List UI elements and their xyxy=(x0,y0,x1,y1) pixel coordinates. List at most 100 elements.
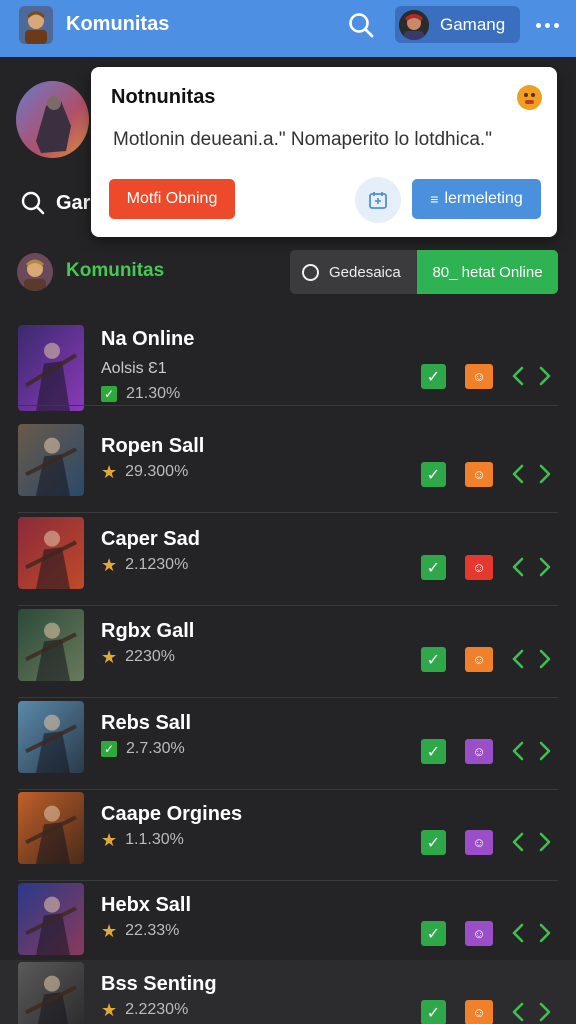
chevron-left-icon[interactable] xyxy=(510,556,526,578)
chevron-right-icon[interactable] xyxy=(537,1001,553,1023)
list-item[interactable]: Rebs Sall ✓ 2.7.30% ✓ ☺ xyxy=(0,699,576,790)
app-avatar[interactable] xyxy=(19,6,53,44)
list-item-stat: ✓ 21.30% xyxy=(101,385,180,403)
game-thumbnail xyxy=(18,701,84,773)
list-item[interactable]: Rgbx Gall ★ 2230% ✓ ☺ xyxy=(0,607,576,698)
list-item-title: Caape Orgines xyxy=(101,803,243,825)
chevron-left-icon[interactable] xyxy=(510,1001,526,1023)
user-icon[interactable]: ☺ xyxy=(465,830,493,855)
popup-title: Notnunitas xyxy=(111,86,216,108)
list-item-percentage: 2.7.30% xyxy=(126,740,185,757)
list-item-title: Na Online xyxy=(101,328,195,350)
list-item[interactable]: Caper Sad ★ 2.1230% ✓ ☺ xyxy=(0,515,576,606)
community-avatar[interactable] xyxy=(17,253,53,291)
list-item-title: Hebx Sall xyxy=(101,894,192,916)
chevron-right-icon[interactable] xyxy=(537,365,553,387)
star-icon: ★ xyxy=(101,462,118,482)
search-icon xyxy=(21,191,45,215)
user-icon[interactable]: ☺ xyxy=(465,647,493,672)
list-item-stat: ★ 2.1230% xyxy=(101,556,188,574)
calendar-icon[interactable] xyxy=(355,177,401,223)
toggle-option-left[interactable]: Gedesaica xyxy=(290,250,417,294)
list-item-subtitle: Aolsis Ɛ1 xyxy=(101,360,167,377)
more-horizontal-icon[interactable] xyxy=(530,10,564,40)
user-icon[interactable]: ☺ xyxy=(465,555,493,580)
account-label: Gamang xyxy=(440,14,506,34)
list-item-percentage: 21.30% xyxy=(126,385,181,402)
check-button[interactable]: ✓ xyxy=(421,462,446,487)
account-chip[interactable]: Gamang xyxy=(395,6,520,43)
community-banner-avatar[interactable] xyxy=(16,81,89,158)
popup-primary-button[interactable]: Motfi Obning xyxy=(109,179,235,219)
check-button[interactable]: ✓ xyxy=(421,555,446,580)
community-search[interactable]: Gar xyxy=(20,190,90,216)
game-thumbnail xyxy=(18,792,84,864)
list-item-stat: ★ 2.2230% xyxy=(101,1001,188,1019)
popup-secondary-label: lermeleting xyxy=(444,190,523,207)
game-thumbnail xyxy=(18,517,84,589)
game-thumbnail xyxy=(18,883,84,955)
chevron-right-icon[interactable] xyxy=(537,648,553,670)
user-icon[interactable]: ☺ xyxy=(465,1000,493,1024)
notification-popup: Notnunitas Motlonin deueani.a." Nomaperi… xyxy=(91,67,557,237)
search-icon[interactable] xyxy=(346,10,376,40)
app-title: Komunitas xyxy=(66,13,170,35)
chevron-right-icon[interactable] xyxy=(537,831,553,853)
check-button[interactable]: ✓ xyxy=(421,364,446,389)
chevron-right-icon[interactable] xyxy=(537,922,553,944)
list-item[interactable]: Bss Senting ★ 2.2230% ✓ ☺ xyxy=(0,960,576,1024)
community-title: Komunitas xyxy=(66,260,165,281)
toggle-option-right[interactable]: 80_ hetat Online xyxy=(417,250,558,294)
emoji-icon xyxy=(517,85,542,110)
check-button[interactable]: ✓ xyxy=(421,739,446,764)
chevron-left-icon[interactable] xyxy=(510,365,526,387)
divider xyxy=(18,512,558,513)
list-item[interactable]: Hebx Sall ★ 22.33% ✓ ☺ xyxy=(0,881,576,972)
list-icon: ≡ xyxy=(430,191,439,207)
list-item-title: Rgbx Gall xyxy=(101,620,195,642)
list-item-percentage: 22.33% xyxy=(125,922,180,939)
divider xyxy=(18,405,558,406)
radio-icon xyxy=(302,263,319,281)
chevron-left-icon[interactable] xyxy=(510,831,526,853)
list-item-percentage: 2230% xyxy=(125,648,175,665)
user-icon[interactable]: ☺ xyxy=(465,739,493,764)
chevron-right-icon[interactable] xyxy=(537,463,553,485)
list-item[interactable]: Caape Orgines ★ 1.1.30% ✓ ☺ xyxy=(0,790,576,881)
chevron-right-icon[interactable] xyxy=(537,740,553,762)
check-button[interactable]: ✓ xyxy=(421,921,446,946)
divider xyxy=(18,605,558,606)
list-item-title: Rebs Sall xyxy=(101,712,192,734)
star-icon: ★ xyxy=(101,1000,118,1020)
game-thumbnail xyxy=(18,325,84,411)
user-icon[interactable]: ☺ xyxy=(465,462,493,487)
top-app-bar: Komunitas Gamang xyxy=(0,0,576,57)
popup-message: Motlonin deueani.a." Nomaperito lo lotdh… xyxy=(113,129,492,150)
chevron-left-icon[interactable] xyxy=(510,463,526,485)
list-item-title: Bss Senting xyxy=(101,973,217,995)
list-item-percentage: 1.1.30% xyxy=(125,831,184,848)
divider xyxy=(18,697,558,698)
game-thumbnail xyxy=(18,962,84,1024)
list-item[interactable]: Ropen Sall ★ 29.300% ✓ ☺ xyxy=(0,422,576,513)
list-item-percentage: 2.2230% xyxy=(125,1001,189,1018)
chevron-left-icon[interactable] xyxy=(510,740,526,762)
list-item-title: Caper Sad xyxy=(101,528,200,550)
star-icon: ★ xyxy=(101,921,118,941)
chevron-left-icon[interactable] xyxy=(510,922,526,944)
chevron-left-icon[interactable] xyxy=(510,648,526,670)
account-avatar xyxy=(399,9,429,40)
check-button[interactable]: ✓ xyxy=(421,830,446,855)
check-icon: ✓ xyxy=(101,741,117,757)
search-text: Gar xyxy=(56,191,91,214)
list-item-title: Ropen Sall xyxy=(101,435,205,457)
user-icon[interactable]: ☺ xyxy=(465,921,493,946)
check-button[interactable]: ✓ xyxy=(421,1000,446,1024)
list-item[interactable]: Na Online Aolsis Ɛ1 ✓ 21.30% ✓ ☺ xyxy=(0,315,576,411)
check-button[interactable]: ✓ xyxy=(421,647,446,672)
list-item-stat: ★ 1.1.30% xyxy=(101,831,184,849)
popup-secondary-button[interactable]: ≡ lermeleting xyxy=(412,179,541,219)
list-item-stat: ★ 2230% xyxy=(101,648,175,666)
user-icon[interactable]: ☺ xyxy=(465,364,493,389)
chevron-right-icon[interactable] xyxy=(537,556,553,578)
